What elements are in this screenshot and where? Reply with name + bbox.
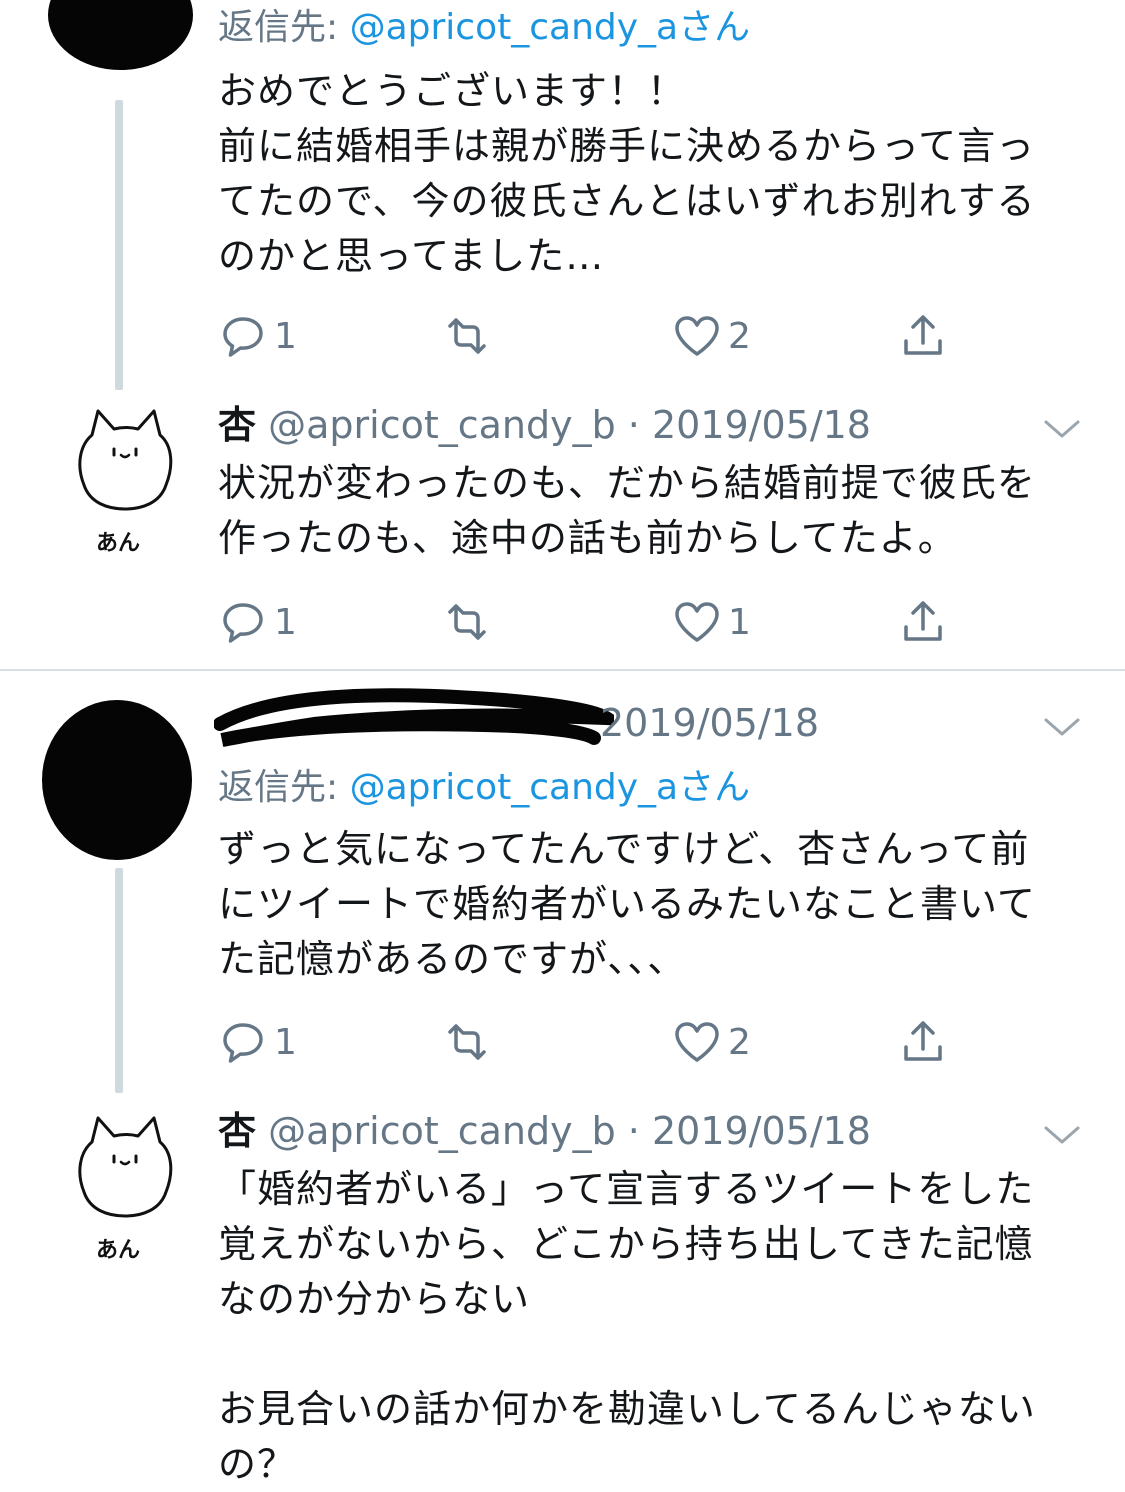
avatar-label: あん	[96, 531, 141, 556]
reply-count: 1	[274, 1021, 297, 1063]
tweet-header: 2019/05/18	[600, 700, 819, 746]
avatar-label: あん	[96, 1238, 141, 1263]
reply-count: 1	[274, 315, 297, 357]
reply-icon	[223, 603, 263, 643]
retweet-button[interactable]	[442, 1016, 498, 1068]
avatar-redacted[interactable]	[48, 0, 193, 70]
reply-to-line: 返信先: @apricot_candy_aさん	[218, 6, 750, 50]
retweet-icon	[448, 604, 486, 640]
share-button[interactable]	[898, 1016, 948, 1068]
like-count: 1	[728, 601, 751, 643]
tweet-text: おめでとうございます！！ 前に結婚相手は親が勝手に決めるからって言ってたので、今…	[218, 69, 1036, 278]
divider	[0, 669, 1125, 671]
cat-avatar-icon	[78, 1116, 173, 1218]
tweet-date[interactable]: 2019/05/18	[600, 701, 819, 745]
thread-line	[115, 100, 123, 390]
like-icon	[675, 1022, 719, 1062]
like-icon	[675, 602, 719, 642]
reply-to-prefix: 返信先:	[218, 7, 350, 48]
avatar[interactable]: あん	[70, 1112, 180, 1263]
reply-count: 1	[274, 601, 297, 643]
like-button[interactable]: 2	[672, 310, 751, 362]
avatar-redacted[interactable]	[42, 700, 192, 860]
retweet-button[interactable]	[442, 596, 498, 648]
tweet-header: 杏 @apricot_candy_b · 2019/05/18	[218, 1108, 871, 1154]
reply-button[interactable]: 1	[218, 1016, 297, 1068]
display-name[interactable]: 杏	[218, 403, 256, 447]
chevron-down-icon[interactable]	[1040, 1120, 1084, 1150]
chevron-down-icon[interactable]	[1040, 712, 1084, 742]
cat-avatar-icon	[78, 409, 173, 511]
reply-button[interactable]: 1	[218, 310, 297, 362]
handle-and-date[interactable]: @apricot_candy_b · 2019/05/18	[268, 403, 871, 447]
reply-to-mention[interactable]: @apricot_candy_aさん	[350, 7, 751, 48]
tweet-text: 状況が変わったのも、だから結婚前提で彼氏を作ったのも、途中の話も前からしてたよ。	[218, 461, 1036, 560]
avatar[interactable]: あん	[70, 405, 180, 556]
like-icon	[675, 316, 719, 356]
reply-button[interactable]: 1	[218, 596, 297, 648]
retweet-icon	[448, 1024, 486, 1060]
reply-to-mention[interactable]: @apricot_candy_aさん	[350, 767, 751, 808]
share-icon	[904, 601, 942, 641]
reply-to-prefix: 返信先:	[218, 767, 350, 808]
tweet-text: ずっと気になってたんですけど、杏さんって前にツイートで婚約者がいるみたいなこと書…	[218, 827, 1036, 981]
tweet-text: 「婚約者がいる」って宣言するツイートをした覚えがないから、どこから持ち出してきた…	[218, 1167, 1036, 1486]
handle-and-date[interactable]: @apricot_candy_b · 2019/05/18	[268, 1109, 871, 1153]
thread-line	[115, 868, 123, 1093]
tweet-header: 杏 @apricot_candy_b · 2019/05/18	[218, 402, 871, 448]
like-count: 2	[728, 315, 751, 357]
like-count: 2	[728, 1021, 751, 1063]
retweet-button[interactable]	[442, 310, 498, 362]
retweet-icon	[448, 318, 486, 354]
like-button[interactable]: 1	[672, 596, 751, 648]
reply-to-line: 返信先: @apricot_candy_aさん	[218, 766, 750, 810]
reply-icon	[223, 317, 263, 357]
reply-icon	[223, 1023, 263, 1063]
like-button[interactable]: 2	[672, 1016, 751, 1068]
display-name[interactable]: 杏	[218, 1109, 256, 1153]
share-icon	[904, 1021, 942, 1061]
share-icon	[904, 315, 942, 355]
share-button[interactable]	[898, 310, 948, 362]
chevron-down-icon[interactable]	[1040, 414, 1084, 444]
redaction-scribble	[214, 688, 614, 747]
share-button[interactable]	[898, 596, 948, 648]
